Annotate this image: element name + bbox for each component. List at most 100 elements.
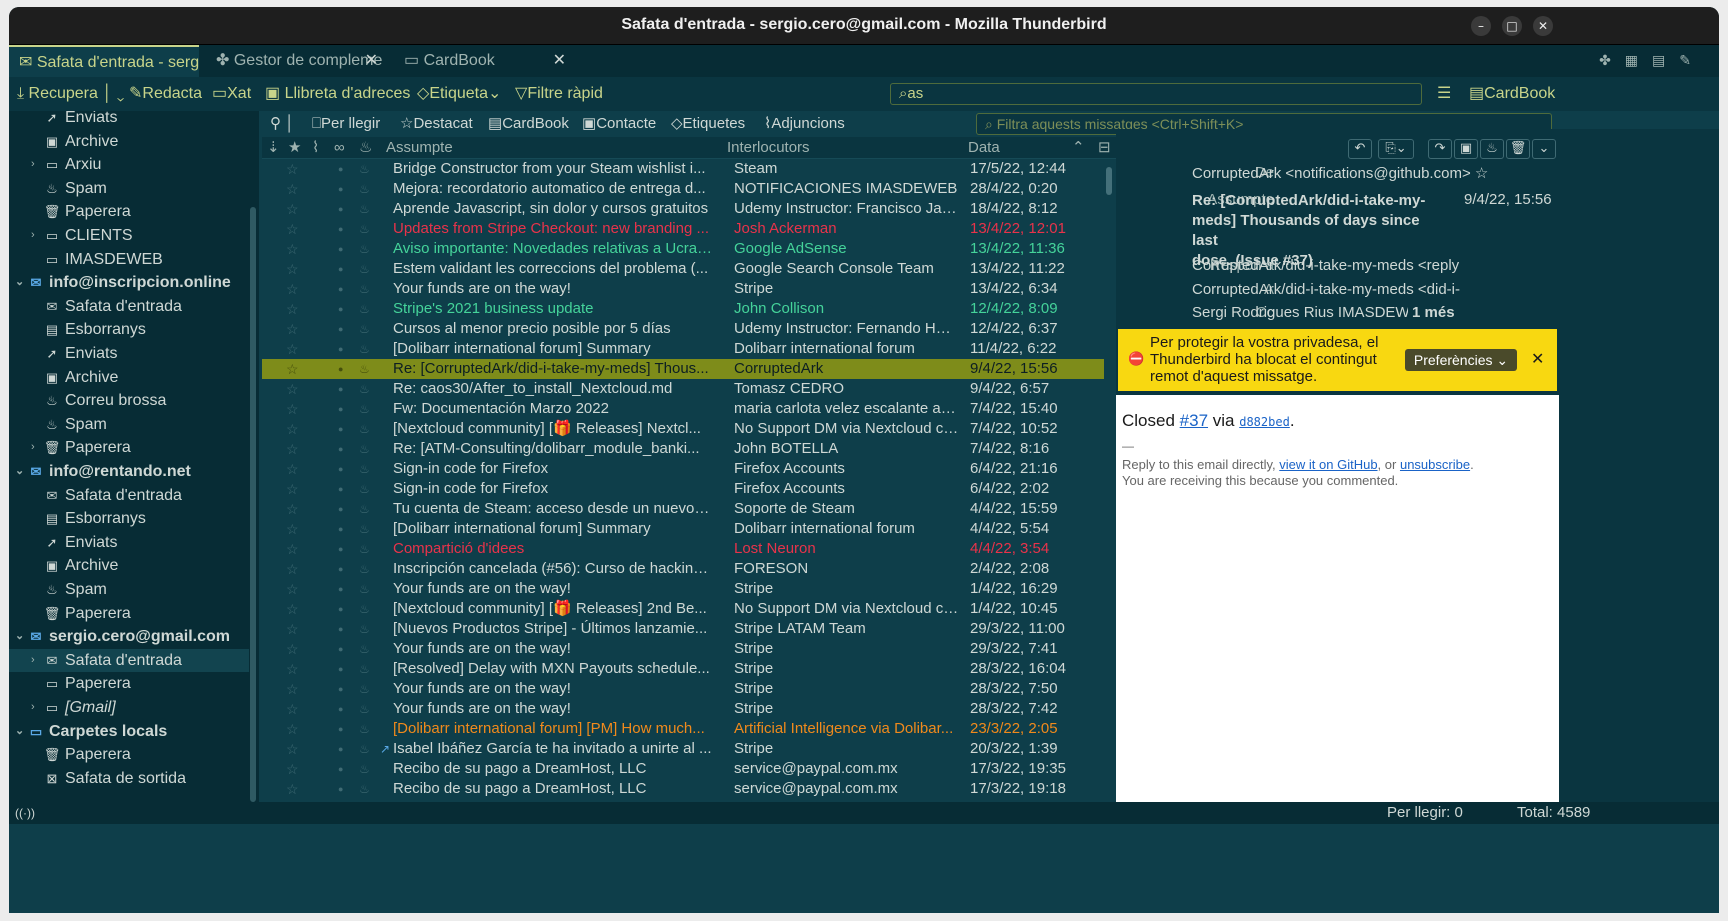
filter-unread-button[interactable]: ⎕Per llegir (312, 111, 380, 137)
tab-cardbook[interactable]: ▭ CardBook ✕ (394, 45, 574, 77)
message-row[interactable]: ☆ ● ♨ Compartició d'idees Lost Neuron 4/4/22,… (262, 539, 1102, 559)
star-icon[interactable]: ☆ (286, 719, 299, 739)
star-icon[interactable]: ☆ (286, 219, 299, 239)
message-row[interactable]: ☆ ● ♨ Stripe's 2021 business update John Col… (262, 299, 1102, 319)
message-row[interactable]: ☆ ● ♨ [Nextcloud community] [🎁 Releases] 2n… (262, 599, 1102, 619)
junk-status-icon[interactable]: ♨ (359, 679, 370, 699)
message-row[interactable]: ☆ ● ♨ Estem validant les correccions del pr… (262, 259, 1102, 279)
message-row[interactable]: ☆ ● ♨ Your funds are on the way! Stripe 1/4/2… (262, 579, 1102, 599)
star-icon[interactable]: ☆ (286, 259, 299, 279)
read-status-icon[interactable]: ● (338, 359, 343, 379)
read-status-icon[interactable]: ● (338, 659, 343, 679)
search-input[interactable]: ⌕as (890, 83, 1422, 105)
star-icon[interactable]: ☆ (286, 779, 299, 799)
read-status-icon[interactable]: ● (338, 459, 343, 479)
read-status-icon[interactable]: ● (338, 399, 343, 419)
message-row[interactable]: ☆ ● ♨ [Dolibarr international forum] Summar… (262, 519, 1102, 539)
twisty-icon[interactable]: ⌄ (15, 271, 24, 294)
close-notification-icon[interactable]: ✕ (1531, 349, 1544, 369)
folder-item[interactable]: ▤ Esborranys (9, 318, 249, 341)
junk-status-icon[interactable]: ♨ (359, 479, 370, 499)
read-status-icon[interactable]: ● (338, 319, 343, 339)
junk-status-icon[interactable]: ♨ (359, 259, 370, 279)
star-icon[interactable]: ☆ (286, 379, 299, 399)
junk-status-icon[interactable]: ♨ (359, 219, 370, 239)
junk-status-icon[interactable]: ♨ (359, 279, 370, 299)
star-icon[interactable]: ☆ (286, 359, 299, 379)
read-status-icon[interactable]: ● (338, 159, 343, 179)
account-item[interactable]: ⌄ ▭ Carpetes locals (9, 720, 249, 743)
star-icon[interactable]: ☆ (286, 199, 299, 219)
star-icon[interactable]: ☆ (286, 299, 299, 319)
junk-status-icon[interactable]: ♨ (359, 599, 370, 619)
junk-status-icon[interactable]: ♨ (359, 539, 370, 559)
folder-item[interactable]: ▣ Archive (9, 366, 249, 389)
folder-item[interactable]: ➚ Enviats (9, 342, 249, 365)
junk-status-icon[interactable]: ♨ (359, 779, 370, 799)
account-item[interactable]: ⌄ ✉ sergio.cero@gmail.com (9, 625, 249, 648)
message-row[interactable]: ☆ ● ♨ Recibo de su pago a DreamHost, LLC ser… (262, 779, 1102, 799)
read-status-icon[interactable]: ● (338, 759, 343, 779)
address-book-button[interactable]: ▣ Llibreta d'adreces (265, 77, 410, 111)
message-row[interactable]: ☆ ● ♨ Aprende Javascript, sin dolor y curso… (262, 199, 1102, 219)
folder-item[interactable]: ♨ Correu brossa (9, 389, 249, 412)
read-status-icon[interactable]: ● (338, 419, 343, 439)
twisty-icon[interactable]: › (31, 436, 35, 459)
column-picker-icon[interactable]: ⊟ (1098, 137, 1111, 159)
attachment-column-icon[interactable]: ⌇ (312, 137, 319, 159)
read-status-icon[interactable]: ● (338, 519, 343, 539)
read-status-icon[interactable]: ● (338, 699, 343, 719)
folder-item[interactable]: › ✉ Safata d'entrada (9, 648, 249, 672)
junk-status-icon[interactable]: ♨ (359, 319, 370, 339)
junk-status-icon[interactable]: ♨ (359, 619, 370, 639)
read-status-icon[interactable]: ● (338, 379, 343, 399)
folder-item[interactable]: › ▭ Arxiu (9, 153, 249, 176)
junk-status-icon[interactable]: ♨ (359, 519, 370, 539)
read-status-icon[interactable]: ● (338, 239, 343, 259)
filter-contact-button[interactable]: ▣Contacte (582, 111, 656, 137)
junk-status-icon[interactable]: ♨ (359, 659, 370, 679)
star-icon[interactable]: ☆ (286, 599, 299, 619)
read-status-icon[interactable]: ● (338, 279, 343, 299)
message-row[interactable]: ☆ ● ♨ Re: caos30/After_to_install_Nextcloud… (262, 379, 1102, 399)
message-row[interactable]: ☆ ● ♨ Updates from Stripe Checkout: new bra… (262, 219, 1102, 239)
folder-item[interactable]: ▭ Paperera (9, 672, 249, 695)
message-row[interactable]: ☆ ● ♨ [Dolibarr international forum] Summar… (262, 339, 1102, 359)
twisty-icon[interactable]: ⌄ (15, 625, 24, 648)
star-icon[interactable]: ☆ (286, 439, 299, 459)
junk-status-icon[interactable]: ♨ (359, 739, 370, 759)
reply-to-value[interactable]: CorruptedArk/did-i-take-my-meds <reply (1192, 257, 1462, 274)
read-status-icon[interactable]: ● (338, 199, 343, 219)
star-icon[interactable]: ☆ (286, 679, 299, 699)
more-recipients-link[interactable]: 1 més (1412, 304, 1455, 321)
twisty-icon[interactable]: ⌄ (15, 460, 24, 483)
close-tab-icon[interactable]: ✕ (365, 45, 378, 77)
close-window-button[interactable]: ✕ (1533, 16, 1553, 36)
view-on-github-link[interactable]: view it on GitHub (1279, 457, 1377, 472)
preferences-button[interactable]: Preferències ⌄ (1405, 349, 1517, 371)
tab-inbox[interactable]: ✉ Safata d'entrada - sergi (9, 45, 199, 77)
star-icon[interactable]: ☆ (286, 419, 299, 439)
star-icon[interactable]: ☆ (286, 619, 299, 639)
folder-item[interactable]: ⊠ Safata de sortida (9, 767, 249, 790)
subject-column-header[interactable]: Assumpte (386, 137, 453, 159)
to-value[interactable]: CorruptedArk/did-i-take-my-meds <did-i- (1192, 281, 1462, 298)
reply-button[interactable]: ↶ (1348, 139, 1372, 159)
star-icon[interactable]: ☆ (286, 399, 299, 419)
folder-item[interactable]: 🗑 Paperera (9, 200, 249, 223)
junk-status-icon[interactable]: ♨ (359, 439, 370, 459)
message-row[interactable]: ☆ ● ♨ Cursos al menor precio posible por 5 … (262, 319, 1102, 339)
read-status-icon[interactable]: ● (338, 539, 343, 559)
junk-status-icon[interactable]: ♨ (359, 559, 370, 579)
junk-status-icon[interactable]: ♨ (359, 759, 370, 779)
message-row[interactable]: ☆ ● ♨ Your funds are on the way! Stripe 28/3/… (262, 699, 1102, 719)
twisty-icon[interactable]: › (31, 649, 35, 672)
read-status-icon[interactable]: ● (338, 439, 343, 459)
message-row[interactable]: ☆ ● ♨ Mejora: recordatorio automatico de en… (262, 179, 1102, 199)
folder-item[interactable]: ➚ Enviats (9, 111, 249, 129)
star-icon[interactable]: ☆ (286, 459, 299, 479)
junk-status-icon[interactable]: ♨ (359, 719, 370, 739)
account-item[interactable]: ⌄ ✉ info@inscripcion.online (9, 271, 249, 294)
junk-status-icon[interactable]: ♨ (359, 379, 370, 399)
message-row[interactable]: ☆ ● ♨ Your funds are on the way! Stripe 29/3/… (262, 639, 1102, 659)
